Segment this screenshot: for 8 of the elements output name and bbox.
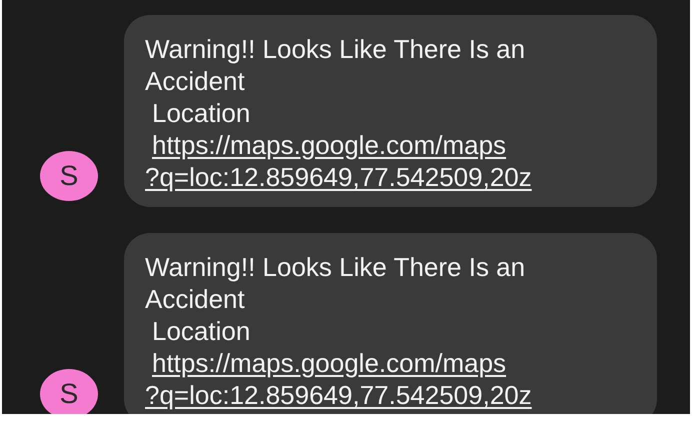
map-link[interactable]: https://maps.google.com/maps ?q=loc:12.859649,77.542509,20z — [145, 129, 532, 193]
avatar: S — [40, 369, 98, 414]
avatar: S — [40, 151, 98, 201]
location-label: Location — [151, 315, 252, 347]
message-text: Warning!! Looks Like There Is an Accident — [145, 251, 526, 315]
map-link[interactable]: https://maps.google.com/maps ?q=loc:12.859649,77.542509,20z — [145, 347, 532, 411]
location-label: Location — [151, 97, 252, 129]
message-text: Warning!! Looks Like There Is an Accident — [145, 33, 526, 97]
